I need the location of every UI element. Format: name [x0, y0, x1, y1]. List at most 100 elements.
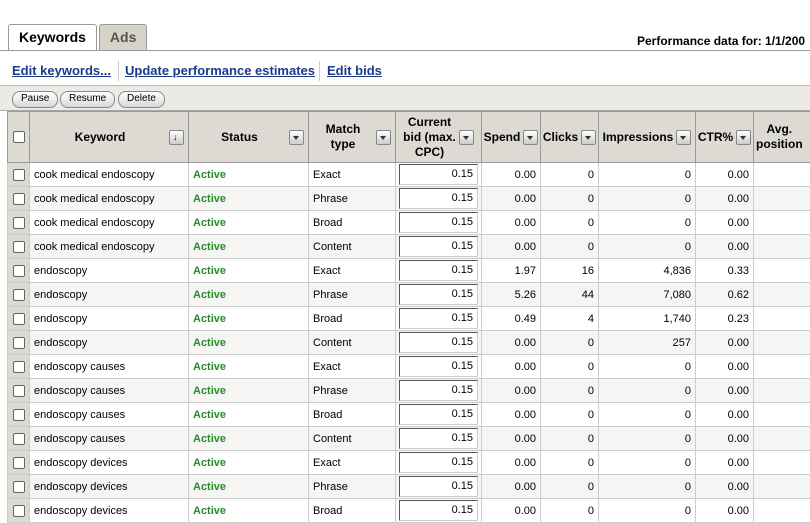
avg-position-label-2: position: [756, 137, 803, 151]
tab-keywords[interactable]: Keywords: [8, 24, 97, 51]
resume-button[interactable]: Resume: [60, 91, 115, 108]
tab-ads[interactable]: Ads: [99, 24, 147, 50]
keyword-cell: endoscopy causes: [30, 379, 189, 403]
table-row: endoscopyActiveBroad0.150.4941,7400.232: [8, 307, 810, 331]
impressions-cell: 0: [599, 379, 696, 403]
keyword-cell: endoscopy causes: [30, 403, 189, 427]
bid-header[interactable]: Currentbid (max.CPC): [396, 112, 482, 163]
bid-input[interactable]: 0.15: [399, 380, 478, 401]
bid-input[interactable]: 0.15: [399, 188, 478, 209]
row-checkbox[interactable]: [13, 457, 25, 469]
sort-icon[interactable]: [169, 130, 184, 145]
clicks-cell: 16: [541, 259, 599, 283]
ctr-header[interactable]: CTR%: [696, 112, 754, 163]
pause-button[interactable]: Pause: [12, 91, 58, 108]
bid-input[interactable]: 0.15: [399, 356, 478, 377]
match-type-cell: Phrase: [309, 379, 396, 403]
row-checkbox[interactable]: [13, 193, 25, 205]
bid-cell: 0.15: [396, 187, 482, 211]
row-select-cell: [8, 475, 30, 499]
status-header[interactable]: Status: [189, 112, 309, 163]
row-checkbox[interactable]: [13, 265, 25, 277]
bid-input[interactable]: 0.15: [399, 212, 478, 233]
link-separator: [118, 61, 119, 81]
impressions-cell: 0: [599, 451, 696, 475]
row-checkbox[interactable]: [13, 313, 25, 325]
clicks-dropdown-icon[interactable]: [581, 130, 596, 145]
row-checkbox[interactable]: [13, 505, 25, 517]
clicks-header[interactable]: Clicks: [541, 112, 599, 163]
bid-input[interactable]: 0.15: [399, 236, 478, 257]
row-select-cell: [8, 307, 30, 331]
impressions-cell: 1,740: [599, 307, 696, 331]
spend-cell: 0.00: [482, 499, 541, 523]
row-checkbox[interactable]: [13, 481, 25, 493]
match-type-dropdown-icon[interactable]: [376, 130, 391, 145]
row-checkbox[interactable]: [13, 385, 25, 397]
ctr-cell: 0.00: [696, 163, 754, 187]
ctr-dropdown-icon[interactable]: [736, 130, 751, 145]
spend-header[interactable]: Spend: [482, 112, 541, 163]
bid-input[interactable]: 0.15: [399, 164, 478, 185]
impressions-header[interactable]: Impressions: [599, 112, 696, 163]
status-cell: Active: [189, 403, 309, 427]
row-checkbox[interactable]: [13, 337, 25, 349]
status-cell: Active: [189, 259, 309, 283]
row-select-cell: [8, 163, 30, 187]
keyword-cell: endoscopy: [30, 259, 189, 283]
row-checkbox[interactable]: [13, 361, 25, 373]
bid-cell: 0.15: [396, 355, 482, 379]
bid-input[interactable]: 0.15: [399, 404, 478, 425]
match-type-header[interactable]: Matchtype: [309, 112, 396, 163]
bid-input[interactable]: 0.15: [399, 452, 478, 473]
spend-dropdown-icon[interactable]: [523, 130, 538, 145]
status-cell: Active: [189, 235, 309, 259]
status-header-label: Status: [193, 130, 286, 145]
row-checkbox[interactable]: [13, 241, 25, 253]
bid-cell: 0.15: [396, 259, 482, 283]
bid-cell: 0.15: [396, 403, 482, 427]
update-estimates-link[interactable]: Update performance estimates: [125, 63, 315, 78]
link-separator: [319, 61, 320, 81]
table-row: endoscopy devicesActiveBroad0.150.00000.…: [8, 499, 810, 523]
clicks-cell: 0: [541, 499, 599, 523]
status-cell: Active: [189, 499, 309, 523]
ctr-cell: 0.00: [696, 331, 754, 355]
impressions-cell: 7,080: [599, 283, 696, 307]
clicks-cell: 0: [541, 235, 599, 259]
edit-keywords-link[interactable]: Edit keywords...: [12, 63, 111, 78]
bid-cell: 0.15: [396, 475, 482, 499]
bid-dropdown-icon[interactable]: [459, 130, 474, 145]
match-type-cell: Broad: [309, 307, 396, 331]
bid-input[interactable]: 0.15: [399, 332, 478, 353]
row-select-cell: [8, 355, 30, 379]
bid-input[interactable]: 0.15: [399, 428, 478, 449]
ctr-cell: 0.00: [696, 475, 754, 499]
bid-input[interactable]: 0.15: [399, 308, 478, 329]
row-checkbox[interactable]: [13, 409, 25, 421]
bid-input[interactable]: 0.15: [399, 476, 478, 497]
select-all-checkbox[interactable]: [13, 131, 25, 143]
status-cell: Active: [189, 427, 309, 451]
row-checkbox[interactable]: [13, 169, 25, 181]
keywords-table: Keyword Status Matchtype Currentbid (max…: [7, 111, 810, 523]
bid-cell: 0.15: [396, 163, 482, 187]
status-dropdown-icon[interactable]: [289, 130, 304, 145]
keyword-header[interactable]: Keyword: [30, 112, 189, 163]
impressions-dropdown-icon[interactable]: [676, 130, 691, 145]
avg-position-header[interactable]: Avg.position: [754, 112, 810, 163]
row-checkbox[interactable]: [13, 289, 25, 301]
bid-cell: 0.15: [396, 307, 482, 331]
ctr-cell: 0.00: [696, 379, 754, 403]
row-checkbox[interactable]: [13, 433, 25, 445]
bid-input[interactable]: 0.15: [399, 500, 478, 521]
bid-input[interactable]: 0.15: [399, 284, 478, 305]
edit-bids-link[interactable]: Edit bids: [327, 63, 382, 78]
delete-button[interactable]: Delete: [118, 91, 165, 108]
ctr-cell: 0.00: [696, 499, 754, 523]
ctr-cell: 0.00: [696, 403, 754, 427]
table-row: endoscopy devicesActiveExact0.150.00000.…: [8, 451, 810, 475]
row-checkbox[interactable]: [13, 217, 25, 229]
clicks-cell: 0: [541, 355, 599, 379]
bid-input[interactable]: 0.15: [399, 260, 478, 281]
